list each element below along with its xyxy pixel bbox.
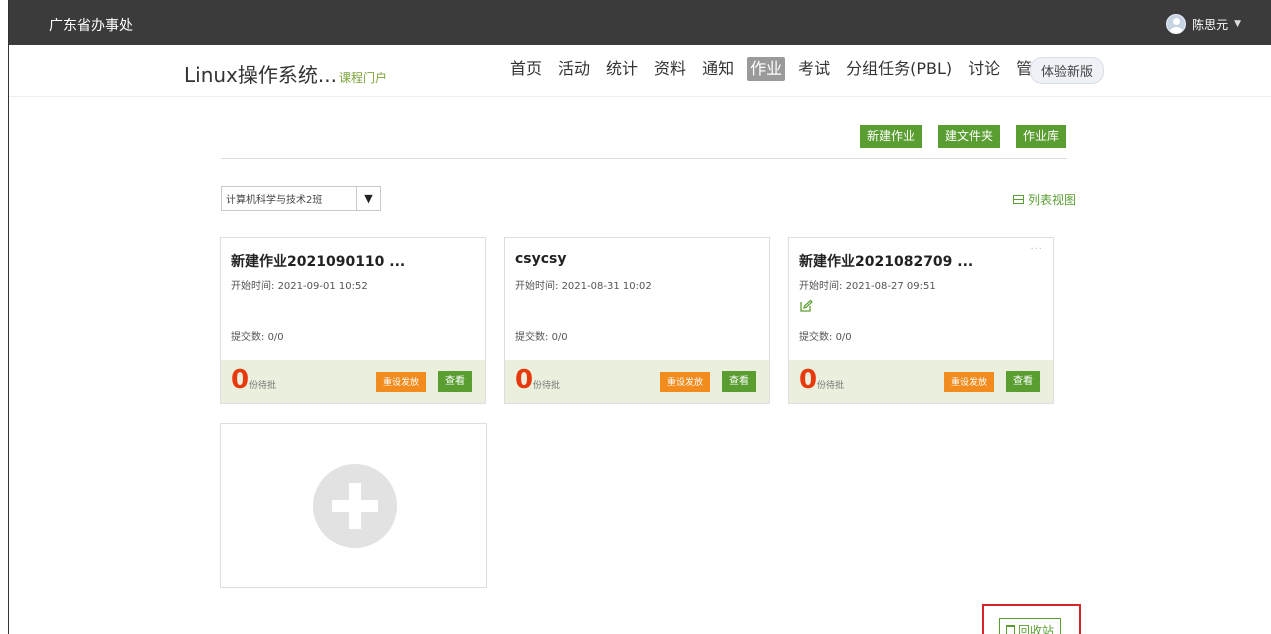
more-options-icon[interactable]: ··· [1030,244,1043,255]
plus-icon [313,464,397,548]
homework-title[interactable]: 新建作业2021090110 ... [231,251,405,271]
start-time-value: 2021-08-27 09:51 [845,281,936,292]
list-view-icon [1012,195,1024,204]
start-time-label: 开始时间: [515,281,559,292]
user-menu[interactable]: 陈思元 ▼ [1166,14,1241,34]
homework-bank-button[interactable]: 作业库 [1016,125,1067,148]
start-time-label: 开始时间: [799,281,843,292]
main-nav: 首页 活动 统计 资料 通知 作业 考试 分组任务(PBL) 讨论 管理 [507,57,1051,81]
recycle-bin-button[interactable]: 回收站 [999,618,1062,634]
pending-count: 0 [515,365,534,395]
try-new-version-button[interactable]: 体验新版 [1030,57,1105,84]
edit-icon[interactable] [799,299,813,313]
submit-count-label: 提交数: [231,332,265,343]
nav-item-group-tasks[interactable]: 分组任务(PBL) [843,57,955,81]
homework-submit-count: 提交数: 0/0 [515,328,568,343]
course-nav-bar: Linux操作系统... 课程门户 首页 活动 统计 资料 通知 作业 考试 分组… [9,45,1271,97]
user-name: 陈思元 [1192,17,1229,32]
homework-title[interactable]: 新建作业2021082709 ... [799,251,973,271]
nav-item-exams[interactable]: 考试 [795,57,833,81]
homework-card[interactable]: 新建作业2021090110 ... 开始时间: 2021-09-01 10:5… [220,237,486,404]
view-button[interactable]: 查看 [1006,371,1040,392]
nav-item-discussion[interactable]: 讨论 [965,57,1003,81]
submit-count-value: 0/0 [551,332,568,343]
top-bar: 广东省办事处 陈思元 ▼ [9,0,1271,45]
avatar-icon [1166,14,1187,34]
homework-submit-count: 提交数: 0/0 [799,328,852,343]
class-select-value: 计算机科学与技术2班 [226,195,323,206]
nav-item-homework[interactable]: 作业 [747,57,786,81]
submit-count-label: 提交数: [515,332,549,343]
reset-release-button[interactable]: 重设发放 [659,372,710,392]
add-homework-card[interactable] [220,423,487,588]
list-view-label: 列表视图 [1027,193,1076,207]
submit-count-value: 0/0 [267,332,284,343]
new-homework-button[interactable]: 新建作业 [860,125,923,148]
new-folder-button[interactable]: 建文件夹 [938,125,1001,148]
recycle-bin-label: 回收站 [1018,623,1055,634]
nav-item-statistics[interactable]: 统计 [603,57,641,81]
page-frame: 广东省办事处 陈思元 ▼ Linux操作系统... 课程门户 首页 活动 统计 资… [8,0,1271,634]
course-title[interactable]: Linux操作系统... 课程门户 [184,59,387,88]
reset-release-button[interactable]: 重设发放 [375,372,426,392]
card-footer: 0 份待批 重设发放 查看 [789,360,1053,403]
nav-item-materials[interactable]: 资料 [651,57,689,81]
reset-release-button[interactable]: 重设发放 [943,372,994,392]
view-button[interactable]: 查看 [722,371,756,392]
trash-icon [1006,624,1015,634]
start-time-value: 2021-09-01 10:52 [277,281,368,292]
submit-count-value: 0/0 [835,332,852,343]
course-title-text: Linux操作系统... [184,63,337,87]
chevron-down-icon: ▼ [1234,19,1241,29]
pending-count: 0 [231,365,250,395]
nav-item-home[interactable]: 首页 [507,57,545,81]
course-portal-link[interactable]: 课程门户 [339,71,387,85]
start-time-value: 2021-08-31 10:02 [561,281,652,292]
homework-card[interactable]: ··· 新建作业2021082709 ... 开始时间: 2021-08-27 … [788,237,1054,404]
pending-label: 份待批 [533,381,561,391]
org-name: 广东省办事处 [49,18,133,34]
pending-label: 份待批 [249,381,277,391]
view-button[interactable]: 查看 [438,371,472,392]
homework-title[interactable]: csycsy [515,251,567,267]
homework-start-time: 开始时间: 2021-08-27 09:51 [799,277,936,292]
list-view-toggle[interactable]: 列表视图 [1012,191,1076,208]
class-select[interactable]: 计算机科学与技术2班 ▼ [221,186,381,211]
card-footer: 0 份待批 重设发放 查看 [221,360,485,403]
nav-item-notices[interactable]: 通知 [699,57,737,81]
divider [221,158,1067,159]
homework-card[interactable]: csycsy 开始时间: 2021-08-31 10:02 提交数: 0/0 0… [504,237,770,404]
chevron-down-icon[interactable]: ▼ [356,187,380,210]
homework-submit-count: 提交数: 0/0 [231,328,284,343]
nav-item-activity[interactable]: 活动 [555,57,593,81]
submit-count-label: 提交数: [799,332,833,343]
start-time-label: 开始时间: [231,281,275,292]
homework-start-time: 开始时间: 2021-09-01 10:52 [231,277,368,292]
homework-start-time: 开始时间: 2021-08-31 10:02 [515,277,652,292]
card-footer: 0 份待批 重设发放 查看 [505,360,769,403]
pending-count: 0 [799,365,818,395]
pending-label: 份待批 [817,381,845,391]
